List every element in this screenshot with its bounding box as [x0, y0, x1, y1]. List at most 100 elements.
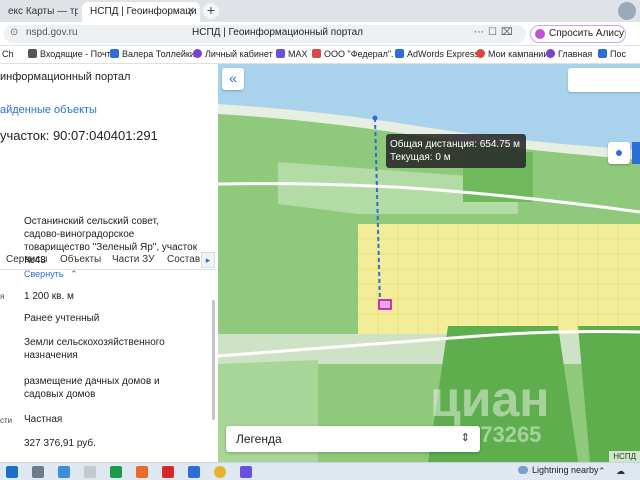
- cadastral-value: 327 376,91 руб.: [24, 438, 96, 449]
- bookmark-label: Входящие - Почта: [40, 49, 116, 59]
- object-info-panel: информационный портал айденные объекты у…: [0, 64, 218, 462]
- collapse-panel-button[interactable]: «: [222, 68, 244, 90]
- chevron-updown-icon: ⇕: [460, 432, 470, 444]
- chevron-up-icon: ⌃: [70, 269, 78, 279]
- tab-composition[interactable]: Состав: [167, 254, 200, 265]
- selected-parcel[interactable]: [378, 299, 392, 310]
- bookmark-label: ООО "Федерал".: [324, 49, 394, 59]
- app-icon[interactable]: [188, 466, 200, 478]
- cadastral-map[interactable]: циан 673265 « Общая дистанция: 654.75 м …: [218, 64, 640, 462]
- app-icon[interactable]: [110, 466, 122, 478]
- new-tab-button[interactable]: +: [203, 3, 219, 19]
- bookmark-item[interactable]: Валера Толлейки: [110, 49, 195, 59]
- yandex-browser-icon[interactable]: [162, 466, 174, 478]
- mail-icon: [28, 49, 37, 58]
- permitted-use-value: садовых домов: [24, 389, 96, 400]
- weather-text: Lightning nearby: [532, 465, 599, 475]
- address-bar: ⊙ nspd.gov.ru НСПД | Геоинформационный п…: [0, 22, 640, 46]
- profile-avatar[interactable]: [618, 2, 636, 20]
- parcel-title: участок: 90:07:040401:291: [0, 128, 158, 143]
- found-objects-link[interactable]: айденные объекты: [0, 104, 97, 116]
- map-attribution: НСПД: [609, 451, 640, 462]
- system-tray[interactable]: ⌃ ☁ ⌕: [598, 466, 640, 480]
- bookmark-item[interactable]: Мои кампании: [476, 49, 548, 59]
- status-value: Ранее учтенный: [24, 313, 100, 324]
- bookmarks-bar: Ch Входящие - Почта Валера Толлейки Личн…: [0, 46, 640, 64]
- start-icon[interactable]: [6, 466, 18, 478]
- field-label: я: [0, 292, 5, 301]
- measure-tooltip: Общая дистанция: 654.75 м Текущая: 0 м: [386, 134, 526, 168]
- address-line: садово-виноградорское: [24, 229, 135, 240]
- company-icon: [312, 49, 321, 58]
- panel-scrollbar[interactable]: [212, 300, 215, 420]
- bookmark-item[interactable]: AdWords Express: [395, 49, 479, 59]
- weather-icon: [518, 466, 528, 474]
- total-distance: Общая дистанция: 654.75 м: [390, 139, 520, 150]
- bookmark-item[interactable]: MAX: [276, 49, 308, 59]
- bookmark-label: Пос: [610, 49, 626, 59]
- tab-parts[interactable]: Части ЗУ: [112, 254, 154, 265]
- app-icon[interactable]: [240, 466, 252, 478]
- adwords-icon: [395, 49, 404, 58]
- app-icon[interactable]: [136, 466, 148, 478]
- location-icon: [616, 150, 622, 156]
- map-canvas: [218, 64, 640, 462]
- bookmark-label: Мои кампании: [488, 49, 549, 59]
- home-icon: [546, 49, 555, 58]
- ask-alice-label: Спросить Алису AI: [549, 28, 625, 39]
- bookmark-item[interactable]: Главная: [546, 49, 592, 59]
- side-tools-button[interactable]: [632, 142, 640, 164]
- collapse-label: Свернуть: [24, 269, 64, 279]
- bookmark-label: Ch: [2, 49, 14, 59]
- bookmark-item[interactable]: Входящие - Почта: [28, 49, 116, 59]
- land-category-value: назначения: [24, 350, 78, 361]
- max-icon: [276, 49, 285, 58]
- weather-widget[interactable]: Lightning nearby: [518, 465, 599, 475]
- browser-tab-strip: екс Карты — транспор НСПД | Геоинформаци…: [0, 0, 640, 22]
- close-icon[interactable]: ✕: [187, 2, 195, 22]
- alice-icon: [535, 29, 545, 39]
- url-text: nspd.gov.ru: [26, 27, 78, 38]
- measure-start-point[interactable]: [372, 115, 378, 121]
- os-taskbar: Lightning nearby ⌃ ☁ ⌕: [0, 462, 640, 480]
- tab-yandex-maps[interactable]: екс Карты — транспор: [0, 2, 78, 22]
- tabs-scroll-right-button[interactable]: ▸: [201, 252, 215, 268]
- bookmark-icon: [598, 49, 607, 58]
- legend-label: Легенда: [236, 432, 282, 446]
- bookmark-label: Главная: [558, 49, 593, 59]
- land-category-value: Земли сельскохозяйственного: [24, 337, 165, 348]
- address-line: Останинский сельский совет,: [24, 216, 159, 227]
- current-distance: Текущая: 0 м: [390, 152, 451, 163]
- app-icon[interactable]: [84, 466, 96, 478]
- bookmark-label: Валера Толлейки: [122, 49, 195, 59]
- tab-label: екс Карты — транспор: [8, 6, 78, 17]
- ownership-value: Частная: [24, 414, 63, 425]
- address-actions-icons[interactable]: ⋯☐⌧: [474, 27, 517, 38]
- permitted-use-value: размещение дачных домов и: [24, 376, 160, 387]
- ask-alice-button[interactable]: Спросить Алису AI: [530, 25, 626, 43]
- address-line: товарищество "Зеленый Яр", участок: [24, 242, 198, 253]
- cabinet-icon: [193, 49, 202, 58]
- bookmark-label: MAX: [288, 49, 308, 59]
- bookmark-item[interactable]: Ch: [2, 49, 14, 59]
- field-label: сти: [0, 416, 13, 425]
- tab-objects[interactable]: Объекты: [60, 254, 101, 265]
- page-title: НСПД | Геоинформационный портал: [192, 27, 363, 38]
- vk-icon: [110, 49, 119, 58]
- collapse-link[interactable]: Свернуть ⌃: [24, 269, 78, 280]
- site-info-icon[interactable]: ⊙: [10, 27, 18, 38]
- locate-button[interactable]: [608, 142, 630, 164]
- tab-nspd[interactable]: НСПД | Геоинформаци ✕: [82, 2, 200, 22]
- tab-label: НСПД | Геоинформаци: [90, 6, 197, 17]
- campaigns-icon: [476, 49, 485, 58]
- app-icon[interactable]: [58, 466, 70, 478]
- app-icon[interactable]: [32, 466, 44, 478]
- bookmark-item[interactable]: ООО "Федерал".: [312, 49, 394, 59]
- bookmark-label: AdWords Express: [407, 49, 479, 59]
- legend-dropdown[interactable]: Легенда ⇕: [226, 426, 480, 452]
- bookmark-item[interactable]: Личный кабинет: [193, 49, 273, 59]
- chrome-icon[interactable]: [214, 466, 226, 478]
- url-field[interactable]: ⊙ nspd.gov.ru НСПД | Геоинформационный п…: [4, 25, 526, 43]
- bookmark-item[interactable]: Пос: [598, 49, 626, 59]
- map-search-box[interactable]: [568, 68, 640, 92]
